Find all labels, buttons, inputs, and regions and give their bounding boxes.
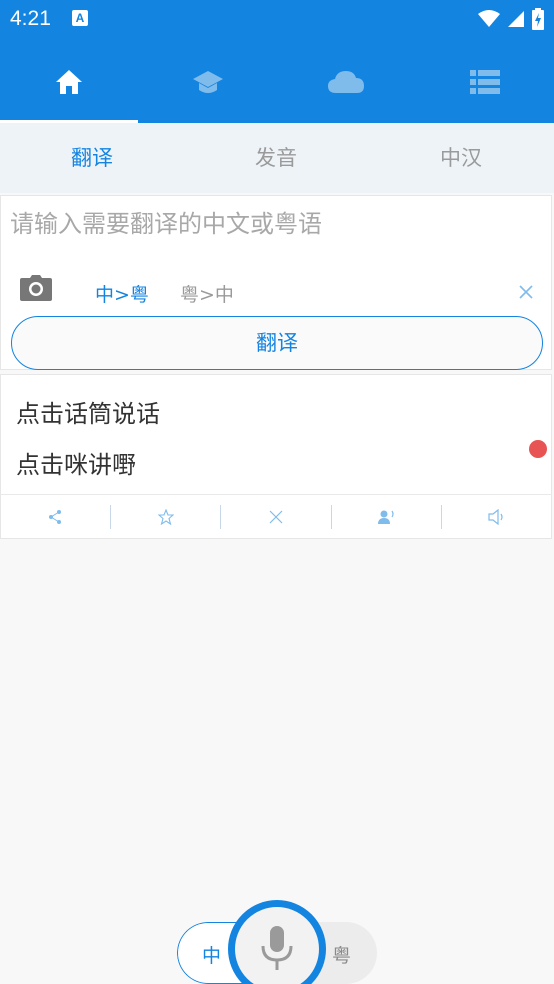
wifi-icon bbox=[478, 10, 500, 27]
volume-button[interactable] bbox=[442, 495, 552, 539]
share-icon bbox=[49, 510, 61, 524]
clear-input-icon[interactable] bbox=[516, 282, 536, 302]
top-nav bbox=[0, 40, 554, 123]
tab-pronunciation[interactable]: 发音 bbox=[184, 123, 368, 193]
signal-icon bbox=[508, 11, 524, 27]
result-mandarin: 点击话筒说话 bbox=[16, 400, 160, 428]
share-button[interactable] bbox=[0, 495, 110, 539]
close-icon bbox=[269, 510, 283, 524]
tab-translate[interactable]: 翻译 bbox=[0, 123, 184, 193]
sub-tabs: 翻译 发音 中汉 bbox=[0, 123, 554, 193]
graduation-cap-icon bbox=[193, 70, 223, 93]
status-time: 4:21 bbox=[10, 7, 51, 30]
camera-icon[interactable] bbox=[20, 275, 52, 301]
speaker-person-icon bbox=[378, 510, 394, 524]
notification-icon: A bbox=[72, 10, 88, 26]
action-bar bbox=[0, 494, 552, 538]
nav-tab-learn[interactable] bbox=[139, 40, 277, 123]
translate-input[interactable]: 请输入需要翻译的中文或粤语 bbox=[10, 204, 322, 239]
nav-tab-list[interactable] bbox=[416, 40, 554, 123]
nav-tab-cloud[interactable] bbox=[277, 40, 415, 123]
status-icons bbox=[478, 8, 544, 30]
microphone-icon bbox=[261, 926, 293, 970]
volume-icon bbox=[488, 509, 503, 525]
translate-button[interactable]: 翻译 bbox=[11, 316, 543, 370]
result-cantonese: 点击咪讲嘢 bbox=[16, 451, 136, 479]
nav-tab-home[interactable] bbox=[0, 40, 138, 123]
cloud-icon bbox=[328, 70, 364, 93]
delete-button[interactable] bbox=[221, 495, 331, 539]
speak-person-button[interactable] bbox=[332, 495, 442, 539]
tab-zh-han[interactable]: 中汉 bbox=[369, 123, 553, 193]
list-icon bbox=[470, 69, 500, 94]
battery-icon bbox=[532, 8, 544, 30]
status-bar: 4:21 A bbox=[0, 0, 554, 40]
star-icon bbox=[158, 509, 174, 525]
lang-zh-to-yue[interactable]: 中>粤 bbox=[95, 280, 149, 307]
lang-right-label: 粤 bbox=[332, 945, 352, 967]
lang-yue-to-zh[interactable]: 粤>中 bbox=[180, 280, 234, 307]
record-indicator bbox=[529, 440, 547, 458]
home-icon bbox=[56, 69, 82, 94]
mic-button[interactable] bbox=[228, 900, 326, 984]
lang-left-label: 中 bbox=[202, 945, 222, 967]
favorite-button[interactable] bbox=[111, 495, 221, 539]
